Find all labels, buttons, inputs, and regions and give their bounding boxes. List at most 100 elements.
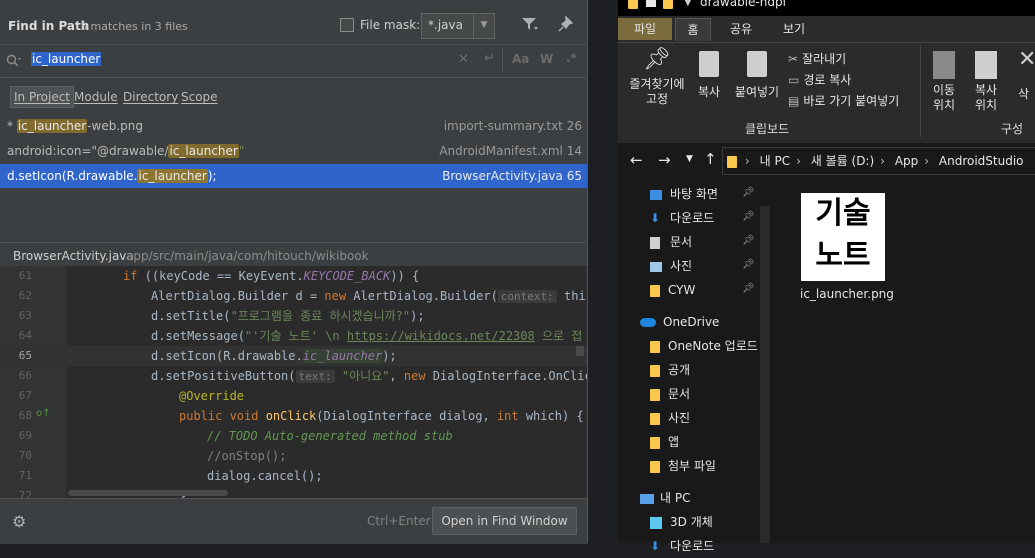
pin-button[interactable]: 📌︎ 즐겨찾기에 고정 bbox=[622, 47, 692, 117]
result-row-selected[interactable]: d.setIcon(R.drawable.ic_launcher); Brows… bbox=[0, 164, 587, 188]
nav-item-documents[interactable]: 문서 bbox=[650, 230, 692, 254]
folder-icon bbox=[650, 460, 660, 473]
shortcut-hint: Ctrl+Enter bbox=[367, 514, 431, 528]
line-number: 63 bbox=[18, 309, 32, 322]
preview-file: BrowserActivity.java bbox=[13, 249, 134, 263]
file-mask-checkbox[interactable] bbox=[340, 18, 354, 32]
up-arrow-icon[interactable]: ↑ bbox=[704, 150, 717, 168]
match-case-toggle[interactable]: Aa bbox=[512, 52, 529, 66]
tab-directory[interactable]: Directory bbox=[120, 87, 181, 107]
pictures-icon bbox=[650, 261, 662, 272]
copy-path-button[interactable]: ▭ 경로 복사 bbox=[788, 70, 899, 91]
properties-icon[interactable] bbox=[646, 0, 656, 7]
breadcrumb[interactable]: › 내 PC › 새 볼륨 (D:) › App › AndroidStudio bbox=[722, 147, 1035, 175]
code-line: 61 if ((keyCode == KeyEvent.KEYCODE_BACK)… bbox=[0, 266, 587, 286]
nav-label: 다운로드 bbox=[670, 211, 715, 225]
copy-button[interactable]: 복사 bbox=[692, 47, 726, 100]
code-preview[interactable]: 기술노트 o↑ 61if ((keyCode == KeyEvent.KEYCO… bbox=[0, 266, 587, 498]
code-token: "아니요" bbox=[334, 369, 390, 383]
tab-in-project[interactable]: In Project bbox=[10, 86, 75, 108]
tab-file[interactable]: 파일 bbox=[618, 18, 672, 40]
code-link[interactable]: https://wikidocs.net/22308 bbox=[347, 329, 535, 343]
code-line: 66 d.setPositiveButton(text: "아니요", new D… bbox=[0, 366, 587, 386]
cut-label: 잘라내기 bbox=[802, 52, 847, 66]
folder-icon bbox=[650, 284, 660, 297]
gear-icon[interactable]: ⚙ bbox=[12, 512, 26, 531]
folder-icon bbox=[650, 412, 660, 425]
filter-icon[interactable] bbox=[521, 17, 539, 31]
pin-icon[interactable]: 📌︎ bbox=[742, 211, 755, 222]
code-token: (DialogInterface dialog, bbox=[316, 409, 497, 423]
window-title: drawable-hdpi bbox=[700, 0, 786, 9]
pin-icon[interactable]: 📌︎ bbox=[742, 235, 755, 246]
paste-button[interactable]: 붙여넣기 bbox=[730, 47, 784, 100]
breadcrumb-item[interactable]: 새 볼륨 (D:) bbox=[811, 154, 874, 168]
line-number: 61 bbox=[18, 269, 32, 282]
clear-icon[interactable]: ✕ bbox=[458, 52, 469, 67]
find-in-path-dialog: Find in Path 3 matches in 3 files File m… bbox=[0, 0, 588, 544]
clipboard-group-label: 클립보드 bbox=[745, 122, 790, 136]
open-in-find-window-button[interactable]: Open in Find Window bbox=[432, 507, 577, 535]
delete-button[interactable]: ✕ 삭 bbox=[1018, 47, 1035, 102]
move-label: 이동 위치 bbox=[932, 83, 956, 112]
whole-words-toggle[interactable]: W bbox=[540, 52, 553, 66]
pin-icon[interactable]: 📌︎ bbox=[742, 283, 755, 294]
file-mask-select[interactable]: *.java ▼ bbox=[421, 13, 495, 39]
move-to-button[interactable]: 이동 위치 bbox=[926, 47, 962, 113]
tab-scope[interactable]: Scope bbox=[178, 87, 221, 107]
result-location: BrowserActivity.java 65 bbox=[442, 164, 582, 188]
copy-to-button[interactable]: 복사 위치 bbox=[968, 47, 1004, 113]
tab-home[interactable]: 홈 bbox=[675, 18, 711, 41]
paste-shortcut-button[interactable]: ▤ 바로 가기 붙여넣기 bbox=[788, 91, 899, 112]
line-number: 70 bbox=[18, 449, 32, 462]
file-item[interactable]: 기술 노트 ic_launcher.png bbox=[800, 193, 894, 301]
line-code: d.setPositiveButton(text: "아니요", new Dia… bbox=[151, 366, 587, 387]
line-code: if ((keyCode == KeyEvent.KEYCODE_BACK)) … bbox=[123, 269, 420, 283]
result-suffix: " bbox=[238, 144, 245, 158]
tab-share[interactable]: 공유 bbox=[719, 18, 763, 40]
cut-button[interactable]: ✂ 잘라내기 bbox=[788, 49, 899, 70]
pin-icon[interactable]: 📌︎ bbox=[742, 187, 755, 198]
line-number: 68 bbox=[18, 409, 32, 422]
nav-item-pictures[interactable]: 사진 bbox=[650, 254, 692, 278]
back-arrow-icon[interactable]: ← bbox=[630, 151, 643, 169]
nav-item-onenote[interactable]: OneNote 업로드 bbox=[650, 334, 758, 358]
result-row[interactable]: * ic_launcher-web.png import-summary.txt… bbox=[0, 114, 587, 138]
search-input[interactable]: ic_launcher bbox=[31, 52, 102, 66]
nav-item-desktop[interactable]: 바탕 화면 bbox=[650, 182, 718, 206]
nav-item-onedrive-pictures[interactable]: 사진 bbox=[650, 406, 690, 430]
breadcrumb-item[interactable]: App bbox=[895, 154, 918, 168]
regex-toggle[interactable]: .* bbox=[566, 51, 577, 65]
nav-item-downloads[interactable]: ⬇ 다운로드 bbox=[650, 206, 714, 230]
nav-item-apps[interactable]: 앱 bbox=[650, 430, 679, 454]
nav-item-onedrive-documents[interactable]: 문서 bbox=[650, 382, 690, 406]
pin-icon[interactable] bbox=[558, 16, 574, 32]
forward-arrow-icon[interactable]: → bbox=[658, 151, 671, 169]
nav-scrollbar[interactable] bbox=[760, 206, 770, 543]
recent-chevron-icon[interactable]: ▼ bbox=[686, 154, 693, 164]
nav-item-public[interactable]: 공개 bbox=[650, 358, 690, 382]
tab-module[interactable]: Module bbox=[71, 87, 121, 107]
newline-icon[interactable]: ↵ bbox=[484, 51, 495, 66]
nav-item-3d-objects[interactable]: 3D 개체 bbox=[650, 510, 713, 534]
chevron-down-icon[interactable]: ▼ bbox=[684, 0, 692, 8]
result-row[interactable]: android:icon="@drawable/ic_launcher" And… bbox=[0, 139, 587, 163]
breadcrumb-item[interactable]: 내 PC bbox=[760, 154, 790, 168]
nav-item-onedrive[interactable]: OneDrive bbox=[640, 310, 719, 334]
nav-item-attachments[interactable]: 첨부 파일 bbox=[650, 454, 716, 478]
code-line: 68 public void onClick(DialogInterface di… bbox=[0, 406, 587, 426]
vertical-scrollbar[interactable] bbox=[576, 346, 584, 356]
nav-item-cyw[interactable]: CYW bbox=[650, 278, 695, 302]
file-explorer: ▼ drawable-hdpi 파일 홈 공유 보기 📌︎ 즐겨찾기에 고정 복… bbox=[618, 0, 1035, 553]
horizontal-scrollbar[interactable] bbox=[68, 490, 228, 496]
nav-item-this-pc[interactable]: 내 PC bbox=[640, 486, 690, 510]
nav-item-downloads-pc[interactable]: ⬇ 다운로드 bbox=[650, 534, 714, 558]
result-text: * ic_launcher-web.png bbox=[7, 114, 143, 138]
result-match: ic_launcher bbox=[137, 169, 208, 183]
tab-view[interactable]: 보기 bbox=[768, 18, 820, 40]
breadcrumb-item[interactable]: AndroidStudio bbox=[939, 154, 1024, 168]
chevron-down-icon[interactable]: ▼ bbox=[473, 14, 494, 38]
pin-icon[interactable]: 📌︎ bbox=[742, 259, 755, 270]
dialog-title: Find in Path bbox=[8, 19, 90, 33]
new-folder-icon[interactable] bbox=[663, 0, 673, 9]
